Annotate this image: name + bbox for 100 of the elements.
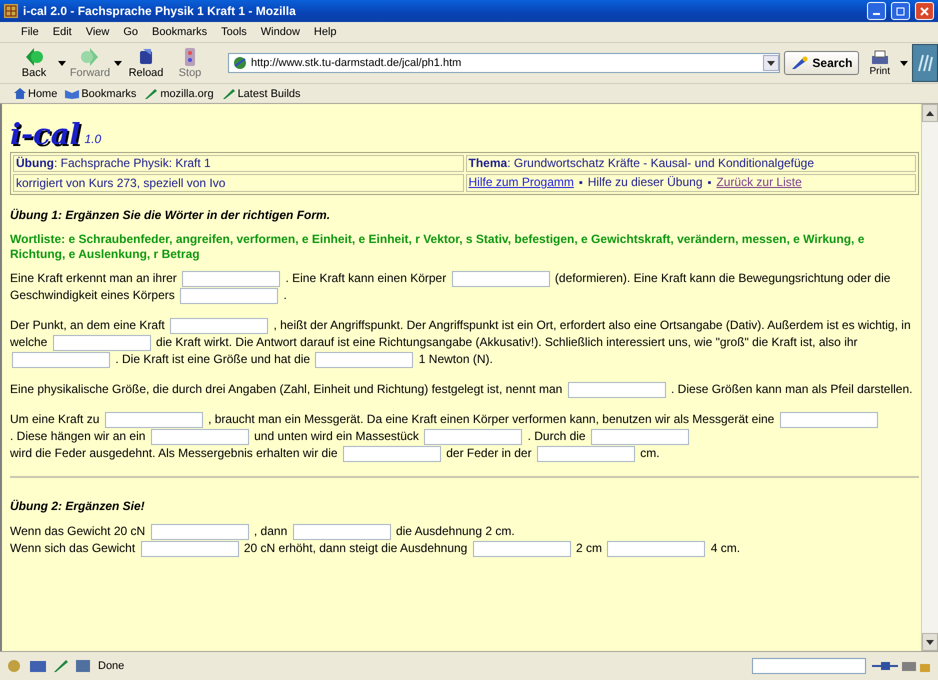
exercise-text: 4 cm. bbox=[710, 541, 740, 555]
print-button[interactable]: Print bbox=[863, 50, 896, 76]
bookmark-link-icon bbox=[222, 88, 236, 99]
close-icon bbox=[920, 6, 929, 16]
exercise-text: 2 cm bbox=[576, 541, 602, 555]
bookmark-link[interactable]: mozilla.org bbox=[144, 88, 214, 100]
site-logo: i-cal bbox=[10, 118, 81, 150]
exercise-heading: Übung 2: Ergänzen Sie! bbox=[10, 498, 146, 515]
exercise-text: der Feder in der bbox=[446, 446, 532, 460]
exercise-text: erhalten wir die bbox=[256, 446, 338, 460]
exercise-text: die Ausdehnung 2 cm. bbox=[396, 524, 515, 538]
answer-field[interactable] bbox=[342, 446, 441, 462]
answer-field[interactable] bbox=[182, 270, 280, 287]
exercise-text: Wenn sich das Gewicht bbox=[10, 541, 136, 555]
app-icon bbox=[4, 4, 18, 18]
nav-button[interactable]: Reload bbox=[126, 47, 166, 79]
bookmarks-icon bbox=[65, 88, 80, 99]
close-button[interactable] bbox=[915, 2, 934, 20]
exercise-text: Eine Kraft erkennt man an ihrer bbox=[10, 271, 177, 285]
maximize-icon bbox=[896, 6, 905, 16]
menu-item[interactable]: Edit bbox=[46, 26, 79, 38]
exercise-text: Eine physikalische Größe, die durch drei Angaben (Zahl, Einheit und Richtung) festgelegt ist, nennt man bbox=[10, 382, 562, 396]
exercise-text: Der Punkt, an dem eine Kraft bbox=[10, 318, 165, 332]
exercise-text: hängen wir an ein bbox=[50, 429, 146, 443]
answer-field[interactable] bbox=[52, 334, 151, 351]
bookmark-link-icon bbox=[144, 88, 158, 99]
answer-field[interactable] bbox=[536, 446, 635, 462]
answer-field[interactable] bbox=[150, 428, 249, 445]
version-label: 1.0 bbox=[84, 131, 102, 148]
bookmark-link[interactable]: Latest Builds bbox=[222, 88, 301, 100]
home-icon bbox=[14, 88, 26, 99]
up-arrow-icon bbox=[926, 110, 934, 116]
bullet-separator: ▪ bbox=[706, 177, 712, 189]
printer-icon bbox=[870, 50, 890, 66]
answer-field[interactable] bbox=[472, 540, 571, 557]
answer-field[interactable] bbox=[780, 412, 878, 428]
answer-field[interactable] bbox=[104, 412, 203, 428]
nav-button[interactable]: Back bbox=[14, 47, 54, 79]
scroll-down-button[interactable] bbox=[922, 633, 938, 651]
info-cell: Thema: Grundwortschatz Kräfte - Kausal- und Konditionalgefüge bbox=[466, 155, 916, 172]
answer-field[interactable] bbox=[607, 540, 706, 557]
bookmark-link[interactable]: Home bbox=[14, 88, 58, 100]
throbber-logo bbox=[912, 44, 938, 82]
info-cell: Übung: Fachsprache Physik: Kraft 1 bbox=[13, 155, 464, 172]
answer-field[interactable] bbox=[292, 524, 391, 540]
answer-field[interactable] bbox=[150, 524, 249, 540]
forward-arrow-icon bbox=[79, 47, 101, 67]
minimize-button[interactable] bbox=[867, 2, 886, 20]
exercise-text: cm. bbox=[640, 446, 660, 460]
answer-field[interactable] bbox=[452, 270, 550, 287]
dropdown-caret-icon[interactable] bbox=[900, 60, 908, 66]
menu-item[interactable]: Tools bbox=[214, 26, 254, 38]
menu-item[interactable]: Go bbox=[116, 26, 146, 38]
status-text: Done bbox=[98, 660, 124, 672]
page-icon bbox=[233, 56, 247, 70]
menu-item[interactable]: Window bbox=[254, 26, 307, 38]
bookmark-link[interactable]: Bookmarks bbox=[65, 88, 136, 100]
exercise-text: . Die Kraft ist eine Größe und hat die bbox=[115, 352, 310, 366]
answer-field[interactable] bbox=[315, 352, 414, 368]
menu-item[interactable]: Help bbox=[306, 26, 344, 38]
search-button[interactable]: Search bbox=[784, 51, 860, 75]
exercise-text: . Eine Kraft kann einen Körper bbox=[285, 271, 446, 285]
menu-item[interactable]: File bbox=[14, 26, 46, 38]
answer-field[interactable] bbox=[590, 428, 689, 445]
exercise-text: , heißt der Angriffspunkt. Der Angriffspunkt ist ein Ort, erfordert also eine Ortsangabe (Dativ). Außerdem ist es wichtig, in bbox=[273, 318, 911, 332]
maximize-button[interactable] bbox=[891, 2, 910, 20]
help-link[interactable]: Hilfe zum Progamm bbox=[468, 175, 574, 189]
answer-field[interactable] bbox=[170, 318, 268, 334]
info-cell: korrigiert von Kurs 273, speziell von Ivo bbox=[13, 174, 464, 192]
scroll-up-button[interactable] bbox=[922, 104, 938, 122]
exercise-text: , dann bbox=[254, 524, 288, 538]
exercise-text: . bbox=[283, 288, 287, 302]
exercise-heading: Übung 1: Ergänzen Sie die Wörter in der richtigen Form. bbox=[10, 207, 332, 224]
answer-field[interactable] bbox=[424, 428, 522, 445]
help-text: Hilfe zu dieser Übung bbox=[588, 175, 702, 189]
exercise-text: . Diese Größen kann man als Pfeil darstellen. bbox=[671, 382, 912, 396]
exercise-text: , braucht man ein Messgerät. Da eine Kraft einen Körper verformen kann, benutzen wir als Messgerät eine bbox=[208, 412, 774, 426]
exercise-text: 20 cN erhöht, dann steigt die Ausdehnung bbox=[244, 541, 468, 555]
back-arrow-icon bbox=[23, 47, 45, 67]
bullet-separator: ▪ bbox=[578, 177, 584, 189]
exercise-text: die Kraft wirkt. Die Antwort darauf ist eine Richtungsangabe (Akkusativ!). Schließlich interessiert uns, wie "groß" die Kraft ist, also ihr bbox=[156, 335, 858, 349]
answer-field[interactable] bbox=[180, 288, 278, 304]
answer-field[interactable] bbox=[12, 352, 110, 368]
address-field[interactable]: http://www.stk.tu-darmstadt.de/jcal/ph1.htm bbox=[228, 53, 780, 73]
menu-item[interactable]: View bbox=[78, 26, 116, 38]
menu-item[interactable]: Bookmarks bbox=[145, 26, 214, 38]
help-link[interactable]: Zurück zur Liste bbox=[716, 175, 802, 189]
dropdown-caret-icon[interactable] bbox=[58, 60, 66, 66]
exercise-text: 1 Newton (N). bbox=[418, 352, 493, 366]
exercise-text: . Durch die bbox=[528, 429, 586, 443]
exercise-text: wird die Feder ausgedehnt. Als Messergebnis bbox=[10, 446, 253, 460]
search-icon bbox=[791, 56, 810, 70]
exercise-text: und unten wird ein Massestück bbox=[254, 429, 419, 443]
exercise-text: Geschwindigkeit eines Körpers bbox=[10, 288, 175, 302]
exercise-text: welche bbox=[10, 335, 48, 349]
exercise-text: (deformieren). Eine Kraft kann die Bewegungsrichtung oder die bbox=[554, 271, 890, 285]
answer-field[interactable] bbox=[568, 382, 666, 398]
answer-field[interactable] bbox=[140, 540, 239, 557]
exercise-text: Wenn das Gewicht 20 cN bbox=[10, 524, 146, 538]
dropdown-caret-icon[interactable] bbox=[763, 55, 780, 71]
